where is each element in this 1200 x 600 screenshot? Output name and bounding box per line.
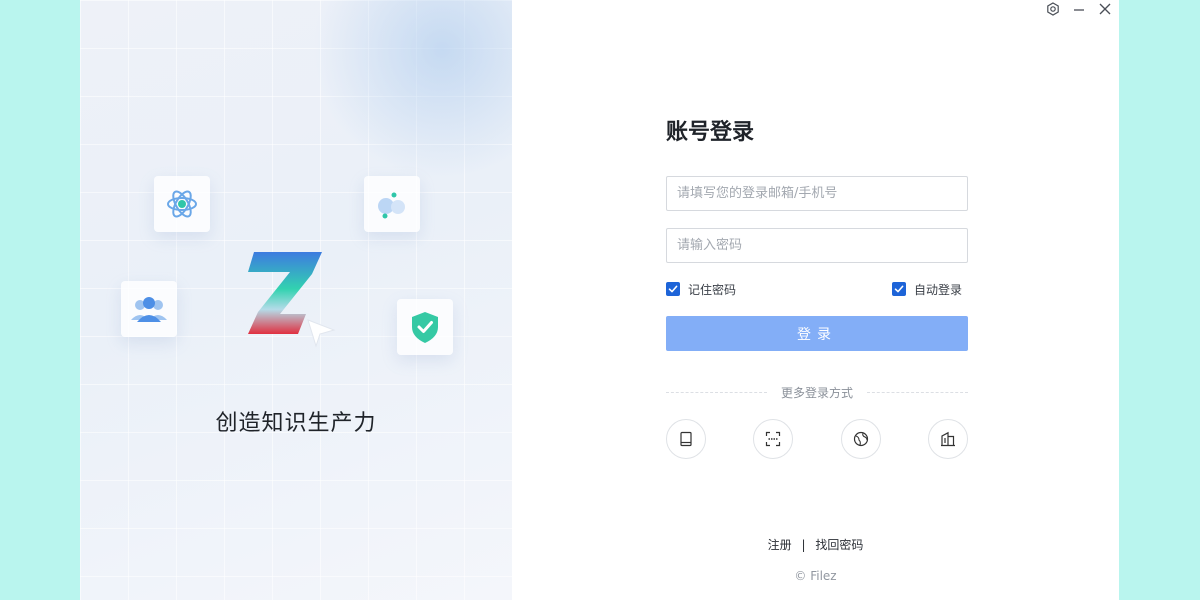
window-controls: [1045, 0, 1113, 18]
register-link[interactable]: 注册: [768, 538, 792, 552]
divider-line: [867, 392, 969, 393]
copyright: © Filez: [794, 569, 837, 583]
checkbox-checked-icon: [891, 282, 906, 296]
z-logo: [242, 246, 342, 356]
more-methods-label: 更多登录方式: [781, 386, 854, 400]
brand-slogan: 创造知识生产力: [215, 411, 377, 436]
footer-links: 注册 | 找回密码: [512, 536, 1119, 553]
close-icon[interactable]: [1097, 1, 1113, 17]
auto-login-label: 自动登录: [913, 282, 962, 297]
atom-icon: [154, 176, 210, 232]
settings-icon[interactable]: [1045, 1, 1061, 17]
forgot-password-link[interactable]: 找回密码: [815, 538, 863, 552]
checkbox-checked-icon: [666, 282, 680, 296]
divider-line: [666, 392, 767, 393]
shield-check-icon: [397, 299, 453, 355]
brand-panel: 创造知识生产力: [80, 0, 512, 600]
globe-icon[interactable]: [840, 419, 881, 459]
alt-login-methods: [666, 419, 968, 459]
minimize-icon[interactable]: [1071, 1, 1087, 17]
login-options: 记住密码 自动登录: [666, 281, 968, 297]
more-methods-divider: 更多登录方式: [666, 384, 969, 401]
scan-icon[interactable]: [753, 419, 794, 459]
login-button[interactable]: 登录: [666, 316, 968, 351]
login-form: 账号登录 记住密码 自动登录 登录: [666, 118, 969, 459]
username-input[interactable]: [666, 176, 968, 211]
remember-password-checkbox[interactable]: 记住密码: [666, 281, 736, 298]
auto-login-checkbox[interactable]: 自动登录: [891, 281, 962, 298]
cloud-icon: [364, 176, 420, 232]
building-icon[interactable]: [927, 419, 968, 459]
page-title: 账号登录: [666, 120, 755, 145]
password-input[interactable]: [666, 228, 968, 263]
footer-separator: |: [801, 538, 806, 552]
remember-password-label: 记住密码: [688, 282, 737, 297]
user-group-icon: [121, 281, 177, 337]
tablet-icon[interactable]: [666, 419, 706, 459]
login-window: 创造知识生产力 账号登录 请填写您的登录邮箱/手机号 记住密码 自动登录 登录 …: [80, 0, 1119, 600]
login-panel: 账号登录 记住密码 自动登录 登录: [512, 0, 1119, 600]
